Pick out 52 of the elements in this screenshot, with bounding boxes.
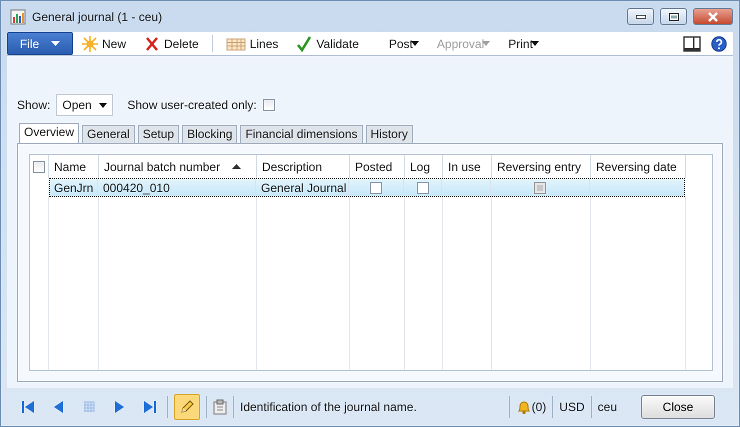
sun-icon xyxy=(82,36,98,52)
tab[interactable]: Blocking xyxy=(182,125,238,143)
edit-button[interactable] xyxy=(174,394,200,420)
toolbar-button[interactable]: Validate xyxy=(287,32,368,55)
show-label: Show: xyxy=(17,97,50,114)
table-cell-text: General Journal xyxy=(261,180,346,196)
minimize-button[interactable] xyxy=(627,8,654,25)
table-icon xyxy=(226,36,246,52)
close-button[interactable] xyxy=(693,8,733,25)
toolbar-button[interactable]: Lines xyxy=(216,32,288,55)
close-icon xyxy=(707,12,719,22)
table-cell-text: GenJrn xyxy=(54,180,94,196)
pencil-icon xyxy=(179,399,195,415)
caret-icon xyxy=(51,41,60,46)
clipboard-icon[interactable] xyxy=(213,399,227,415)
menu-button[interactable]: Post xyxy=(380,32,428,55)
user-created-checkbox[interactable] xyxy=(262,99,275,111)
toolbar-button[interactable]: New xyxy=(73,32,136,55)
maximize-icon xyxy=(668,12,678,20)
select-all-checkbox[interactable] xyxy=(33,160,45,172)
tab[interactable]: History xyxy=(366,125,413,143)
table-row[interactable]: GenJrn 000420_010 General Journal xyxy=(49,178,685,197)
app-icon xyxy=(10,8,26,24)
maximize-button[interactable] xyxy=(660,8,687,25)
file-menu[interactable]: File xyxy=(7,32,73,55)
tab[interactable]: Setup xyxy=(138,125,180,143)
grid-icon xyxy=(81,399,97,415)
caret-icon xyxy=(482,41,490,46)
menu-button[interactable]: Print xyxy=(499,32,548,55)
close-icon xyxy=(144,36,160,52)
tab[interactable]: Overview xyxy=(19,123,80,144)
show-dropdown[interactable]: Open xyxy=(56,94,114,116)
company-label: ceu xyxy=(598,399,617,416)
tab[interactable]: General xyxy=(82,125,135,143)
close-form-button[interactable]: Close xyxy=(641,395,715,419)
sort-ascending-icon xyxy=(232,164,242,169)
checkmark-icon xyxy=(296,36,312,52)
currency-label: USD xyxy=(559,399,585,416)
row-checkbox[interactable] xyxy=(370,182,382,194)
user-created-label: Show user-created only: xyxy=(127,97,257,114)
window-title: General journal (1 - ceu) xyxy=(32,8,162,26)
minimize-icon xyxy=(636,14,646,18)
bell-icon xyxy=(516,399,532,415)
tab[interactable]: Financial dimensions xyxy=(240,125,362,143)
table-cell-text: 000420_010 xyxy=(103,180,170,196)
last-record-icon xyxy=(141,399,157,415)
toolbar-button[interactable]: Delete xyxy=(135,32,208,55)
caret-icon xyxy=(99,102,108,108)
first-record-icon xyxy=(21,399,37,415)
status-message: Identification of the journal name. xyxy=(240,399,418,416)
row-checkbox[interactable] xyxy=(416,182,428,194)
notifications-indicator[interactable]: (0) xyxy=(516,398,546,416)
